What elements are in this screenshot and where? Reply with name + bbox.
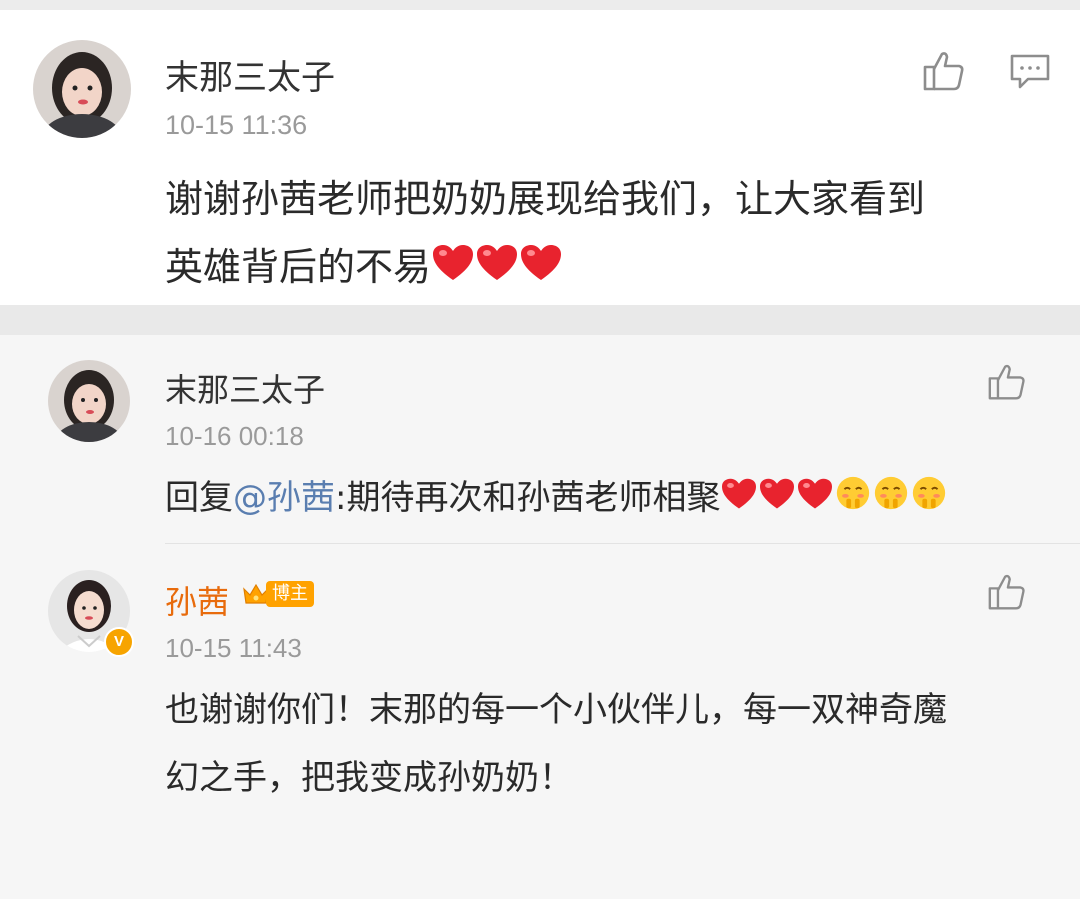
- thumbs-up-icon[interactable]: [922, 50, 966, 96]
- reply-body: :期待再次和孙茜老师相聚: [335, 478, 721, 518]
- host-badge: 博主: [266, 581, 314, 607]
- thumbs-up-icon[interactable]: [987, 363, 1027, 405]
- reply-text: 回复@孙茜:期待再次和孙茜老师相聚: [165, 473, 948, 526]
- heart-emoji: [720, 475, 758, 525]
- avatar[interactable]: [33, 40, 131, 138]
- verified-badge: V: [104, 627, 134, 657]
- reply-text-line1: 也谢谢你们！末那的每一个小伙伴儿，每一双神奇魔: [165, 690, 947, 730]
- blushing-emoji: [834, 474, 872, 526]
- section-divider: [0, 305, 1080, 335]
- thumbs-up-icon[interactable]: [987, 573, 1027, 615]
- reply-list: 末那三太子 10-16 00:18 回复@孙茜:期待再次和孙茜老师相聚 V 孙茜…: [0, 335, 1080, 899]
- reply-separator: [165, 543, 1080, 544]
- blushing-emoji: [872, 474, 910, 526]
- avatar[interactable]: [48, 360, 130, 442]
- main-comment-card: 末那三太子 10-15 11:36 谢谢孙茜老师把奶奶展现给我们，让大家看到 英…: [0, 0, 1080, 305]
- mention-link[interactable]: @孙茜: [233, 478, 335, 518]
- heart-emoji: [475, 236, 519, 304]
- heart-emoji: [796, 475, 834, 525]
- host-username[interactable]: 孙茜: [165, 577, 229, 623]
- comment-username[interactable]: 末那三太子: [165, 50, 335, 99]
- reply-username[interactable]: 末那三太子: [165, 365, 325, 411]
- reply-prefix: 回复: [165, 478, 233, 518]
- comment-text-line2: 英雄背后的不易: [165, 233, 925, 304]
- heart-emoji: [431, 236, 475, 304]
- reply-timestamp: 10-15 11:43: [165, 633, 302, 663]
- reply-text-line2: 幻之手，把我变成孙奶奶！: [165, 758, 573, 798]
- reply-text: 也谢谢你们！末那的每一个小伙伴儿，每一双神奇魔 幻之手，把我变成孙奶奶！: [165, 676, 947, 812]
- comment-icon[interactable]: [1008, 52, 1052, 96]
- blushing-emoji: [910, 474, 948, 526]
- comment-text-line2-words: 英雄背后的不易: [165, 245, 432, 289]
- comment-timestamp: 10-15 11:36: [165, 110, 308, 140]
- comment-text: 谢谢孙茜老师把奶奶展现给我们，让大家看到 英雄背后的不易: [165, 165, 925, 304]
- heart-emoji: [758, 475, 796, 525]
- reply-timestamp: 10-16 00:18: [165, 421, 304, 451]
- heart-emoji: [519, 236, 563, 304]
- comment-text-line1: 谢谢孙茜老师把奶奶展现给我们，让大家看到: [165, 177, 926, 221]
